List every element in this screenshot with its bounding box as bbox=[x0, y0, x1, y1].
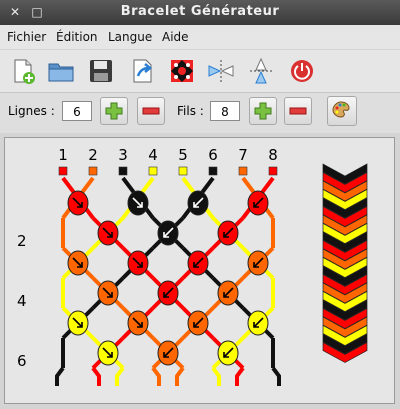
window-title: Bracelet Générateur bbox=[120, 4, 280, 19]
open-folder-icon[interactable] bbox=[46, 56, 76, 86]
row-number-6: 6 bbox=[17, 352, 27, 370]
thread-start-2 bbox=[88, 166, 98, 176]
thread-number-8: 8 bbox=[268, 146, 278, 164]
thread-start-8 bbox=[268, 166, 278, 176]
export-icon[interactable] bbox=[128, 56, 158, 86]
plus-icon bbox=[254, 102, 272, 120]
remove-thread-button[interactable] bbox=[284, 97, 312, 125]
thread-number-2: 2 bbox=[88, 146, 98, 164]
title-bar: ✕ □ Bracelet Générateur bbox=[0, 0, 400, 25]
rows-label: Lignes : bbox=[8, 104, 55, 118]
thread-end bbox=[115, 366, 125, 386]
palette-icon bbox=[332, 101, 350, 118]
menu-fichier[interactable]: Fichier bbox=[7, 30, 46, 44]
rows-input[interactable]: 6 bbox=[62, 101, 92, 121]
thread-start-7 bbox=[238, 166, 248, 176]
plus-icon bbox=[105, 102, 123, 120]
threads-label: Fils : bbox=[177, 104, 204, 118]
flip-horizontal-icon[interactable] bbox=[206, 56, 236, 86]
thread-end bbox=[91, 366, 101, 386]
menu-edition[interactable]: Édition bbox=[56, 30, 98, 44]
pattern-canvas[interactable]: 1 2 3 4 5 6 7 8 2 4 6 bbox=[4, 137, 395, 404]
remove-row-button[interactable] bbox=[137, 97, 165, 125]
thread-number-3: 3 bbox=[118, 146, 128, 164]
thread-start-3 bbox=[118, 166, 128, 176]
thread-start-1 bbox=[58, 166, 68, 176]
quit-power-icon[interactable] bbox=[287, 56, 317, 86]
thread-end bbox=[271, 366, 281, 386]
thread-start-6 bbox=[208, 166, 218, 176]
thread-end bbox=[55, 366, 65, 386]
thread-number-4: 4 bbox=[148, 146, 158, 164]
thread-number-1: 1 bbox=[58, 146, 68, 164]
menu-bar: Fichier Édition Langue Aide bbox=[0, 25, 400, 49]
minus-icon bbox=[142, 107, 160, 115]
thread-number-5: 5 bbox=[178, 146, 188, 164]
thread-end bbox=[235, 366, 245, 386]
thread-end bbox=[151, 366, 161, 386]
minus-icon bbox=[289, 107, 307, 115]
save-floppy-icon[interactable] bbox=[86, 56, 116, 86]
flip-vertical-icon[interactable] bbox=[246, 56, 276, 86]
thread-number-6: 6 bbox=[208, 146, 218, 164]
add-thread-button[interactable] bbox=[249, 97, 277, 125]
thread-end bbox=[211, 366, 221, 386]
thread-end bbox=[175, 366, 185, 386]
pattern-svg: 1 2 3 4 5 6 7 8 2 4 6 bbox=[17, 146, 368, 386]
add-row-button[interactable] bbox=[100, 97, 128, 125]
app-window: ✕ □ Bracelet Générateur Fichier Édition … bbox=[0, 0, 400, 409]
row-number-2: 2 bbox=[17, 232, 27, 250]
menu-langue[interactable]: Langue bbox=[108, 30, 152, 44]
pattern-icon[interactable] bbox=[167, 56, 197, 86]
new-file-icon[interactable] bbox=[8, 56, 38, 86]
thread-start-5 bbox=[178, 166, 188, 176]
threads-input[interactable]: 8 bbox=[210, 101, 240, 121]
params-bar: Lignes : 6 Fils : 8 bbox=[0, 93, 400, 133]
thread-start-4 bbox=[148, 166, 158, 176]
thread-number-7: 7 bbox=[238, 146, 248, 164]
palette-button[interactable] bbox=[327, 96, 357, 126]
main-toolbar bbox=[0, 50, 400, 93]
menu-aide[interactable]: Aide bbox=[162, 30, 189, 44]
row-number-4: 4 bbox=[17, 292, 27, 310]
